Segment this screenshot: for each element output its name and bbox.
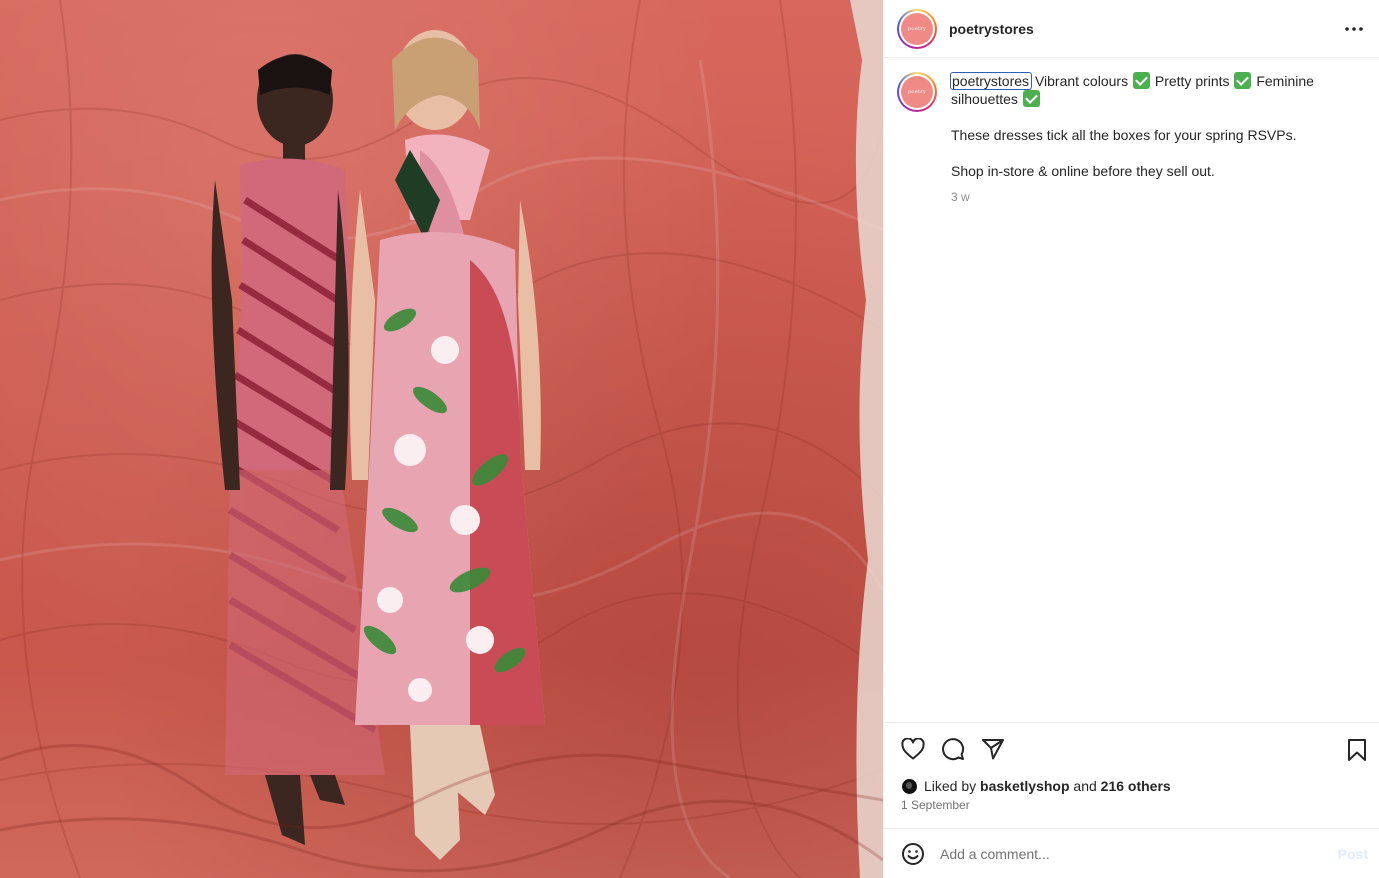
caption-paragraph-2: These dresses tick all the boxes for you… [951, 127, 1297, 143]
profile-avatar[interactable]: poetry [897, 8, 937, 49]
post-comment-button[interactable]: Post [1338, 846, 1368, 862]
check-mark-icon [1234, 72, 1252, 89]
action-icons [884, 723, 1379, 775]
header-username[interactable]: poetrystores [949, 21, 1034, 37]
avatar-ring: poetry [899, 74, 935, 110]
caption: poetry poetrystores Vibrant colours Pret… [897, 72, 1379, 206]
caption-paragraph-3: Shop in-store & online before they sell … [951, 163, 1215, 179]
caption-text-b: Pretty prints [1154, 73, 1230, 89]
bookmark-icon [1348, 739, 1366, 761]
likes-summary: Liked by basketlyshop and 216 others [884, 775, 1379, 797]
like-button[interactable] [900, 736, 926, 762]
likes-prefix: Liked by [924, 778, 977, 794]
send-icon [982, 739, 1004, 760]
post-photo-illustration [0, 0, 883, 878]
comment-bar: Post [884, 828, 1379, 878]
comment-button[interactable] [940, 736, 966, 762]
caption-body: poetrystores Vibrant colours Pretty prin… [949, 72, 1351, 206]
post-image[interactable] [0, 0, 883, 878]
save-button[interactable] [1344, 737, 1370, 763]
more-horizontal-icon [1345, 27, 1363, 31]
avatar-logo-text: poetry [907, 25, 927, 32]
likes-joiner: and [1073, 778, 1097, 794]
post-detail-panel: poetry poetrystores poetry poetrystores … [883, 0, 1379, 878]
caption-username-link[interactable]: poetrystores [949, 72, 1033, 90]
check-mark-icon [1132, 72, 1150, 89]
check-mark-icon [1022, 90, 1040, 107]
avatar-image: poetry [901, 76, 933, 108]
likes-others-link[interactable]: 216 others [1101, 778, 1171, 794]
comment-input[interactable] [940, 845, 1320, 862]
avatar-ring: poetry [899, 10, 935, 47]
avatar-logo-text: poetry [907, 89, 927, 95]
caption-line-1: poetrystores Vibrant colours Pretty prin… [949, 72, 1351, 108]
more-options-button[interactable] [1343, 18, 1365, 40]
emoji-button[interactable] [900, 841, 926, 867]
caption-timestamp[interactable]: 3 w [951, 188, 1351, 206]
post-header: poetry poetrystores [884, 0, 1379, 58]
caption-area: poetry poetrystores Vibrant colours Pret… [884, 58, 1379, 722]
avatar-image: poetry [901, 12, 933, 45]
comment-icon [942, 738, 965, 761]
liker-avatar[interactable] [902, 778, 917, 794]
heart-icon [901, 738, 925, 760]
post-date[interactable]: 1 September [884, 798, 1379, 812]
caption-text-a: Vibrant colours [1034, 73, 1129, 89]
share-button[interactable] [980, 736, 1006, 762]
caption-avatar[interactable]: poetry [897, 72, 937, 112]
post-actions: Liked by basketlyshop and 216 others 1 S… [884, 722, 1379, 828]
emoji-icon [902, 842, 924, 865]
liker-username[interactable]: basketlyshop [980, 778, 1069, 794]
